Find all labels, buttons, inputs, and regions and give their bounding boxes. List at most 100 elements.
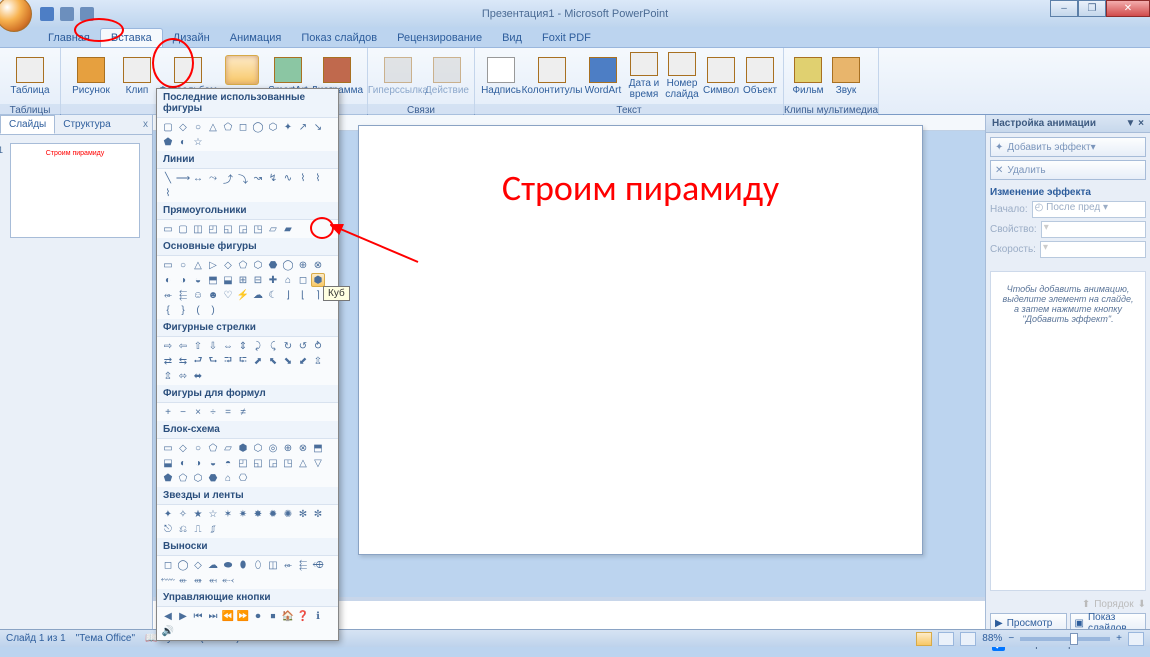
shape-icon[interactable]: ⇦: [176, 339, 190, 353]
shape-icon[interactable]: ⤵: [236, 171, 250, 185]
shape-icon[interactable]: ⎌: [176, 522, 190, 536]
shape-icon[interactable]: ◻: [161, 558, 175, 572]
maximize-button[interactable]: ❐: [1078, 0, 1106, 17]
shape-icon[interactable]: ◇: [191, 558, 205, 572]
office-orb[interactable]: [0, 0, 32, 32]
shape-icon[interactable]: ☾: [266, 288, 280, 302]
shape-icon[interactable]: ◐: [176, 135, 190, 149]
shape-icon[interactable]: ☁: [206, 558, 220, 572]
shape-icon[interactable]: ⬋: [296, 354, 310, 368]
slideshow-view-button[interactable]: [960, 632, 976, 646]
zoom-slider[interactable]: [1020, 637, 1110, 641]
shape-icon[interactable]: ✧: [176, 507, 190, 521]
shape-icon[interactable]: ⬵: [191, 573, 205, 587]
shape-icon[interactable]: ⬢: [236, 441, 250, 455]
shape-icon[interactable]: ⏮: [191, 609, 205, 623]
wordart-button[interactable]: WordArt: [581, 50, 625, 102]
shape-icon[interactable]: ⇄: [161, 354, 175, 368]
shape-icon[interactable]: ⬳: [161, 573, 175, 587]
tab-design[interactable]: Дизайн: [163, 29, 220, 47]
tab-view[interactable]: Вид: [492, 29, 532, 47]
speed-select[interactable]: ▾: [1040, 241, 1146, 258]
shape-icon[interactable]: ⊞: [236, 273, 250, 287]
undo-icon[interactable]: [60, 7, 74, 21]
shape-icon[interactable]: ⬷: [221, 573, 235, 587]
shape-icon[interactable]: ◇: [176, 441, 190, 455]
shape-icon[interactable]: ⬲: [311, 558, 325, 572]
datetime-button[interactable]: Дата и время: [625, 50, 663, 102]
shape-icon[interactable]: ⬓: [221, 273, 235, 287]
shape-icon[interactable]: ⮒: [221, 354, 235, 368]
shape-icon[interactable]: ⊗: [296, 441, 310, 455]
shape-icon[interactable]: ⇕: [236, 339, 250, 353]
shape-icon[interactable]: ⬠: [176, 471, 190, 485]
shape-icon[interactable]: ⥁: [311, 339, 325, 353]
sorter-view-button[interactable]: [938, 632, 954, 646]
anim-pane-controls[interactable]: ▼ ×: [1125, 118, 1144, 129]
shape-icon[interactable]: ⮓: [236, 354, 250, 368]
shape-icon[interactable]: ⚡: [236, 288, 250, 302]
shape-icon[interactable]: ⇔: [221, 339, 235, 353]
shape-cube-icon[interactable]: ⬢: [311, 273, 325, 287]
table-button[interactable]: Таблица: [4, 50, 56, 102]
shape-icon[interactable]: ♡: [221, 288, 235, 302]
tab-insert[interactable]: Вставка: [100, 28, 163, 47]
shape-icon[interactable]: ✺: [281, 507, 295, 521]
shape-icon[interactable]: ⬱: [176, 288, 190, 302]
slide-title-text[interactable]: Строим пирамиду: [502, 166, 779, 210]
shape-icon[interactable]: ⇩: [206, 339, 220, 353]
shape-icon[interactable]: ⬯: [251, 558, 265, 572]
action-button[interactable]: Действие: [424, 50, 470, 102]
shape-icon[interactable]: ⤴: [221, 171, 235, 185]
shape-icon[interactable]: ↻: [281, 339, 295, 353]
shape-icon[interactable]: ⌇: [311, 171, 325, 185]
shape-icon[interactable]: ⬊: [281, 354, 295, 368]
shape-icon[interactable]: ☻: [206, 288, 220, 302]
shape-icon[interactable]: ⬰: [281, 558, 295, 572]
shape-icon[interactable]: ⬡: [266, 120, 280, 134]
shape-icon[interactable]: ⤹: [266, 339, 280, 353]
shape-icon[interactable]: ⬒: [206, 273, 220, 287]
shape-icon[interactable]: ◻: [236, 120, 250, 134]
shape-icon[interactable]: △: [296, 456, 310, 470]
shape-icon[interactable]: ⌊: [296, 288, 310, 302]
minimize-button[interactable]: –: [1050, 0, 1078, 17]
shape-icon[interactable]: ∿: [281, 171, 295, 185]
shape-icon[interactable]: ⬴: [176, 573, 190, 587]
shape-icon[interactable]: ⌂: [221, 471, 235, 485]
shape-icon[interactable]: ✻: [296, 507, 310, 521]
shape-icon[interactable]: ▱: [221, 441, 235, 455]
shape-icon[interactable]: △: [191, 258, 205, 272]
shape-icon[interactable]: ⎔: [236, 471, 250, 485]
shape-icon[interactable]: ⎎: [206, 522, 220, 536]
shape-icon[interactable]: ⇨: [161, 339, 175, 353]
shape-icon[interactable]: ▭: [161, 258, 175, 272]
shape-icon[interactable]: ▷: [206, 258, 220, 272]
shape-icon[interactable]: ▽: [311, 456, 325, 470]
shape-icon[interactable]: ◀: [161, 609, 175, 623]
shape-icon[interactable]: ▭: [161, 222, 175, 236]
save-icon[interactable]: [40, 7, 54, 21]
slides-panel-close[interactable]: x: [143, 119, 148, 130]
shape-icon[interactable]: ✷: [236, 507, 250, 521]
clip-button[interactable]: Клип: [117, 50, 157, 102]
shape-icon[interactable]: ⇆: [176, 354, 190, 368]
shape-icon[interactable]: ▰: [281, 222, 295, 236]
shape-icon[interactable]: ◲: [236, 222, 250, 236]
shape-icon[interactable]: ◓: [221, 456, 235, 470]
shape-icon[interactable]: ⊕: [296, 258, 310, 272]
shape-icon[interactable]: ⬉: [266, 354, 280, 368]
shape-icon[interactable]: ✼: [311, 507, 325, 521]
shape-icon[interactable]: 🔊: [161, 624, 175, 638]
header-footer-button[interactable]: Колонтитулы: [523, 50, 581, 102]
shape-icon[interactable]: ◰: [236, 456, 250, 470]
shape-icon[interactable]: ☆: [206, 507, 220, 521]
shape-icon[interactable]: ◒: [206, 456, 220, 470]
tab-foxit[interactable]: Foxit PDF: [532, 29, 601, 47]
shape-icon[interactable]: ⊕: [281, 441, 295, 455]
shape-icon[interactable]: ◯: [176, 558, 190, 572]
shape-icon[interactable]: ⤳: [206, 171, 220, 185]
shape-icon[interactable]: ✸: [251, 507, 265, 521]
shape-icon[interactable]: ◇: [221, 258, 235, 272]
close-button[interactable]: ✕: [1106, 0, 1150, 17]
